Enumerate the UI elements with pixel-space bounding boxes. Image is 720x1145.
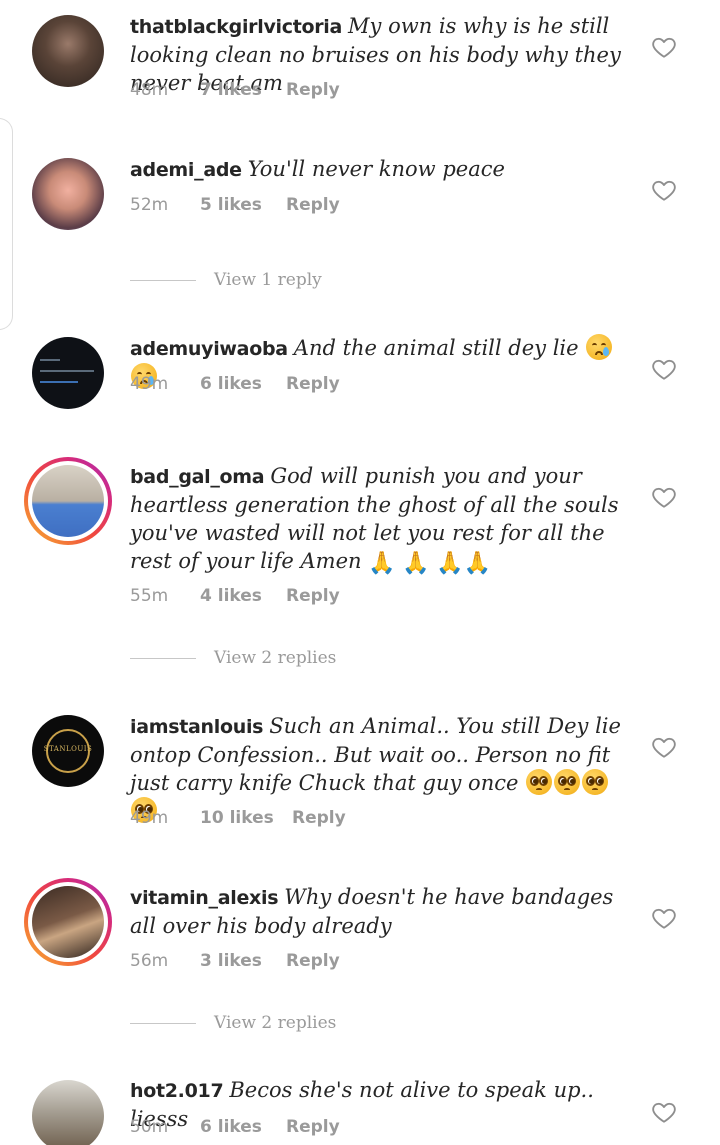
heart-outline-icon[interactable]	[651, 34, 677, 60]
comment-meta: 50m 6 likes Reply	[130, 1117, 340, 1137]
comment-text: And the animal still dey lie	[293, 336, 579, 360]
divider	[130, 1022, 196, 1024]
folded-hands-icon: 🙏	[402, 551, 430, 576]
crying-face-icon	[586, 334, 613, 360]
avatar-with-story-ring[interactable]	[24, 878, 112, 966]
comment-meta: 55m 4 likes Reply	[130, 586, 340, 606]
comment-time: 49m	[130, 374, 169, 394]
reply-button[interactable]: Reply	[286, 951, 340, 971]
comment-time: 50m	[130, 1117, 169, 1137]
comment-time: 49m	[130, 808, 169, 828]
folded-hands-icon: 🙏	[436, 551, 464, 576]
pleading-face-icon	[526, 769, 553, 795]
comment-meta: 56m 3 likes Reply	[130, 951, 340, 971]
folded-hands-icon: 🙏	[368, 551, 396, 576]
view-replies-label: View 1 reply	[214, 270, 322, 290]
comment-likes[interactable]: 4 likes	[200, 586, 286, 606]
divider	[130, 657, 196, 659]
comment-meta: 49m 6 likes Reply	[130, 374, 340, 394]
comment-time: 52m	[130, 195, 169, 215]
avatar[interactable]	[32, 15, 104, 87]
comment-meta: 49m 10 likes Reply	[130, 808, 346, 828]
view-replies-button[interactable]: View 2 replies	[130, 648, 336, 668]
comment-text: You'll never know peace	[247, 157, 505, 181]
comment-time: 56m	[130, 951, 169, 971]
avatar[interactable]	[32, 158, 104, 230]
reply-button[interactable]: Reply	[292, 808, 346, 828]
reply-button[interactable]: Reply	[286, 1117, 340, 1137]
view-replies-label: View 2 replies	[214, 648, 337, 668]
view-replies-button[interactable]: View 1 reply	[130, 270, 322, 290]
heart-outline-icon[interactable]	[651, 905, 677, 931]
folded-hands-icon: 🙏	[463, 551, 492, 576]
heart-outline-icon[interactable]	[651, 734, 677, 760]
avatar[interactable]	[32, 1080, 104, 1145]
comment-username[interactable]: ademuyiwaoba	[130, 338, 288, 360]
comment-username[interactable]: vitamin_alexis	[130, 887, 279, 909]
divider	[130, 279, 196, 281]
comment-meta: 52m 5 likes Reply	[130, 195, 340, 215]
heart-outline-icon[interactable]	[651, 356, 677, 382]
avatar-with-story-ring[interactable]	[24, 457, 112, 545]
heart-outline-icon[interactable]	[651, 1099, 677, 1125]
comments-screen: thatblackgirlvictoria My own is why is he…	[0, 0, 720, 1145]
reply-button[interactable]: Reply	[286, 586, 340, 606]
pleading-face-icon	[554, 769, 581, 795]
reply-button[interactable]: Reply	[286, 374, 340, 394]
pleading-face-icon	[582, 769, 609, 795]
view-replies-label: View 2 replies	[214, 1013, 337, 1033]
comment-likes[interactable]: 7 likes	[200, 80, 286, 100]
comment-likes[interactable]: 10 likes	[200, 808, 292, 828]
side-drawer-handle[interactable]	[0, 118, 13, 330]
comment-body: bad_gal_oma God will punish you and your …	[130, 462, 625, 578]
comment-likes[interactable]: 6 likes	[200, 1117, 286, 1137]
comment-username[interactable]: thatblackgirlvictoria	[130, 16, 342, 38]
brand-logo: STANLOUIS	[43, 745, 93, 753]
comment-likes[interactable]: 3 likes	[200, 951, 286, 971]
comment-meta: 48m 7 likes Reply	[130, 80, 340, 100]
comment-body: ademi_ade You'll never know peace	[130, 155, 625, 184]
avatar[interactable]: STANLOUIS	[32, 715, 104, 787]
comment-username[interactable]: bad_gal_oma	[130, 466, 265, 488]
avatar[interactable]	[32, 337, 104, 409]
comment-time: 48m	[130, 80, 169, 100]
heart-outline-icon[interactable]	[651, 177, 677, 203]
view-replies-button[interactable]: View 2 replies	[130, 1013, 336, 1033]
comment-likes[interactable]: 5 likes	[200, 195, 286, 215]
comment-username[interactable]: hot2.017	[130, 1080, 224, 1102]
comment-likes[interactable]: 6 likes	[200, 374, 286, 394]
comment-username[interactable]: iamstanlouis	[130, 716, 263, 738]
reply-button[interactable]: Reply	[286, 195, 340, 215]
heart-outline-icon[interactable]	[651, 484, 677, 510]
comment-username[interactable]: ademi_ade	[130, 159, 242, 181]
reply-button[interactable]: Reply	[286, 80, 340, 100]
comment-time: 55m	[130, 586, 169, 606]
comment-body: vitamin_alexis Why doesn't he have bandag…	[130, 883, 625, 940]
